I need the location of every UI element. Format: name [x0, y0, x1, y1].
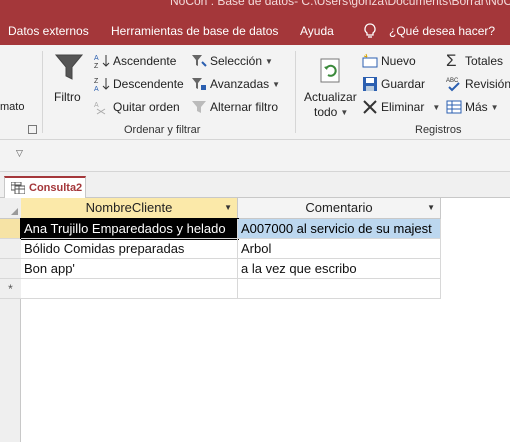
- filter-button[interactable]: [52, 52, 86, 84]
- advanced-filter-icon: [192, 78, 206, 90]
- more-label: Más: [465, 100, 488, 114]
- chevron-down-icon: ▼: [340, 107, 349, 117]
- record-selector[interactable]: [0, 219, 21, 239]
- refresh-label-1: Actualizar: [304, 90, 357, 104]
- quick-access-bar: ▽: [0, 140, 510, 172]
- advanced-button[interactable]: Avanzadas ▼: [191, 76, 280, 92]
- chevron-down-icon: ▼: [265, 56, 273, 66]
- refresh-all-button[interactable]: [318, 57, 344, 85]
- document-tab-label: Consulta2: [29, 182, 83, 194]
- svg-text:ABC: ABC: [446, 78, 459, 84]
- sort-ascending-icon: A Z: [94, 55, 110, 69]
- sort-ascending-label: Ascendente: [113, 54, 177, 68]
- chevron-down-icon: ▼: [432, 102, 441, 112]
- record-selector[interactable]: [0, 239, 21, 259]
- group-records-label: Registros: [415, 124, 462, 136]
- title-bar: NoCon : Base de datos- C:\Users\gonza\Do…: [0, 0, 510, 18]
- sort-descending-icon: Z A: [94, 78, 110, 92]
- new-record-cell[interactable]: [21, 279, 238, 299]
- sort-ascending-button[interactable]: A Z Ascendente: [94, 53, 176, 69]
- remove-sort-label: Quitar orden: [113, 100, 180, 114]
- table-cell[interactable]: Bon app': [21, 259, 238, 279]
- svg-text:Z: Z: [94, 78, 99, 85]
- delete-label: Eliminar: [381, 100, 425, 114]
- group-sort-filter-label: Ordenar y filtrar: [124, 124, 201, 136]
- delete-button[interactable]: Eliminar ▼: [362, 99, 440, 115]
- chevron-down-icon[interactable]: ▼: [427, 198, 435, 218]
- group-separator: [42, 51, 43, 133]
- more-grid-icon: [446, 100, 462, 114]
- new-record-icon: [362, 53, 378, 68]
- sort-descending-button[interactable]: Z A Descendente: [94, 76, 184, 92]
- customize-dropdown-icon[interactable]: ▽: [16, 148, 23, 159]
- table-cell[interactable]: Bólido Comidas preparadas: [21, 239, 238, 259]
- save-button[interactable]: Guardar: [362, 76, 425, 92]
- chevron-down-icon: ▼: [272, 79, 281, 89]
- totals-label: Totales: [465, 54, 504, 68]
- selection-filter-icon: [192, 55, 207, 67]
- toggle-filter-icon: [192, 101, 206, 113]
- refresh-dropdown[interactable]: todo ▼: [314, 105, 348, 119]
- tab-consulta2[interactable]: Consulta2: [4, 176, 86, 198]
- refresh-icon: [320, 58, 340, 83]
- column-header-nombrecliente[interactable]: NombreCliente ▼: [21, 198, 238, 219]
- table-cell[interactable]: Ana Trujillo Emparedados y helado: [20, 218, 239, 240]
- filter-label: Filtro: [54, 90, 81, 104]
- new-record-selector[interactable]: *: [0, 279, 21, 299]
- svg-text:A: A: [94, 102, 99, 109]
- ribbon-tabs: Datos externos Herramientas de base de d…: [0, 18, 510, 45]
- save-icon: [363, 77, 377, 91]
- table-cell[interactable]: a la vez que escribo: [238, 259, 441, 279]
- svg-text:Z: Z: [94, 63, 99, 69]
- new-record-cell[interactable]: [238, 279, 441, 299]
- svg-text:A: A: [94, 86, 99, 92]
- spelling-check-icon: ABC: [446, 78, 460, 92]
- remove-sort-icon: A: [94, 102, 106, 115]
- sort-descending-label: Descendente: [113, 77, 184, 91]
- tab-datos-externos[interactable]: Datos externos: [8, 24, 89, 38]
- chevron-down-icon: ▼: [490, 102, 499, 112]
- delete-icon: [363, 100, 377, 114]
- remove-sort-button[interactable]: A Quitar orden: [94, 99, 180, 115]
- refresh-label-2: todo: [314, 105, 338, 119]
- dialog-launcher-icon[interactable]: [28, 125, 37, 134]
- toggle-filter-button[interactable]: Alternar filtro: [191, 99, 278, 115]
- select-all-corner[interactable]: [0, 198, 21, 219]
- window-title: NoCon : Base de datos- C:\Users\gonza\Do…: [170, 0, 510, 8]
- column-header-label: Comentario: [305, 200, 373, 215]
- spelling-button[interactable]: ABC Revisión: [446, 76, 510, 92]
- table-cell[interactable]: A007000 al servicio de su majest: [238, 219, 441, 239]
- spelling-label: Revisión: [465, 77, 510, 91]
- record-selector[interactable]: [0, 259, 21, 279]
- lightbulb-icon: [364, 23, 376, 38]
- chevron-down-icon[interactable]: ▼: [224, 198, 232, 218]
- table-cell[interactable]: Arbol: [238, 239, 441, 259]
- tell-me-search[interactable]: ¿Qué desea hacer?: [389, 24, 495, 38]
- svg-text:A: A: [94, 55, 99, 62]
- save-label: Guardar: [381, 77, 426, 91]
- new-record-label: Nuevo: [381, 54, 416, 68]
- funnel-icon: [54, 54, 84, 80]
- toggle-filter-label: Alternar filtro: [210, 100, 279, 114]
- tab-ayuda[interactable]: Ayuda: [300, 24, 334, 38]
- document-tab-bar: Consulta2: [0, 172, 510, 198]
- ribbon: mato Filtro A Z Ascendente Z A Descenden…: [0, 45, 510, 140]
- column-header-label: NombreCliente: [85, 200, 173, 215]
- more-button[interactable]: Más ▼: [446, 99, 499, 115]
- format-painter-label: mato: [0, 101, 25, 113]
- totals-button[interactable]: Σ Totales: [446, 51, 504, 70]
- group-separator: [295, 51, 296, 133]
- tab-herramientas[interactable]: Herramientas de base de datos: [111, 24, 278, 38]
- datasheet: NombreCliente ▼ Comentario ▼ Ana Trujill…: [0, 198, 510, 442]
- advanced-label: Avanzadas: [210, 77, 270, 91]
- new-record-button[interactable]: Nuevo: [362, 53, 416, 69]
- query-icon: [11, 182, 25, 194]
- sigma-icon: Σ: [446, 51, 457, 70]
- selection-button[interactable]: Selección ▼: [191, 53, 273, 69]
- selection-label: Selección: [210, 54, 263, 68]
- column-header-comentario[interactable]: Comentario ▼: [238, 198, 441, 219]
